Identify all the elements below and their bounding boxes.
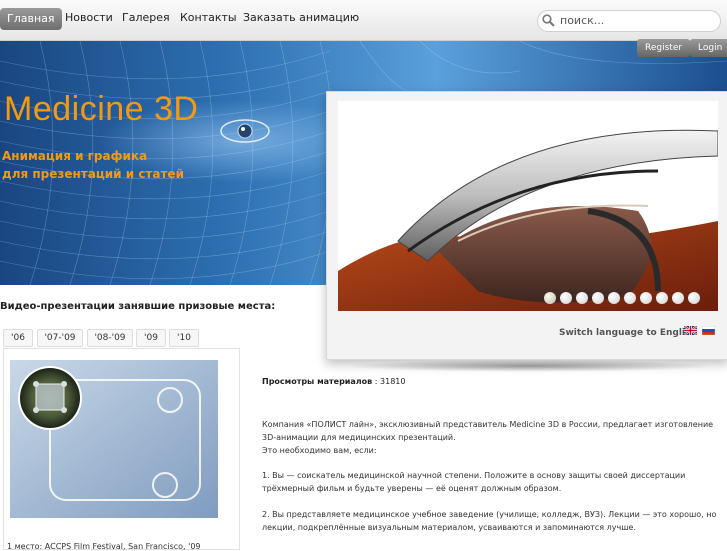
ru-flag-icon[interactable] [702,326,715,335]
video-thumbnail-panel: 1 место: ACCPS Film Festival, San Franci… [3,348,240,551]
nav-item-gallery[interactable]: Галерея [122,11,170,24]
reason-1-line-1: 1. Вы — соискатель медицинской научной с… [262,471,686,480]
eye-icon [220,119,270,143]
slider-dot-5[interactable] [608,292,620,304]
search-input[interactable] [560,13,710,28]
video-section-title: Видео-презентации занявшие призовые мест… [0,301,276,312]
lens-implant-image [10,360,218,518]
eye-cross-section-illustration [338,129,718,311]
reason-2-line-2: лекции, подкреплённые визуальным материа… [262,523,636,532]
views-counter: Просмотры материалов : 31810 [262,377,405,386]
nav-item-contacts[interactable]: Контакты [180,11,237,24]
slider-dot-7[interactable] [640,292,652,304]
slider-dot-9[interactable] [672,292,684,304]
reason-2-line-1: 2. Вы представляете медицинское учебное … [262,510,717,519]
search-box [537,10,721,32]
tab-year-08-09[interactable]: '08-'09 [87,329,133,347]
frame-shadow [345,360,715,372]
video-thumbnail[interactable] [10,360,218,518]
nav-item-news[interactable]: Новости [65,11,113,24]
intro-paragraph-line-1: Компания «ПОЛИСТ лайн», эксклюзивный пре… [262,420,714,429]
slider-dot-3[interactable] [576,292,588,304]
intro-paragraph-line-3: Это необходимо вам, если: [262,446,377,455]
tagline-line-2: для презентаций и статей [2,167,184,181]
views-value: : 31810 [374,377,406,386]
slider-dot-4[interactable] [592,292,604,304]
nav-item-order-animation[interactable]: Заказать анимацию [243,11,359,24]
slider-dot-6[interactable] [624,292,636,304]
register-button[interactable]: Register [637,39,691,57]
search-icon[interactable] [542,14,555,27]
tab-year-06[interactable]: '06 [3,329,33,347]
tab-year-09[interactable]: '09 [136,329,166,347]
site-logo-text: Medicine 3D [4,90,199,128]
intro-paragraph-line-2: 3D-анимации для медицинских презентаций. [262,433,456,442]
views-label: Просмотры материалов [262,377,373,386]
slider-dot-10[interactable] [688,292,700,304]
login-button[interactable]: Login [690,39,727,57]
slide-image-eye-cross-section[interactable] [338,101,718,311]
top-navigation-bar: Главная Новости Галерея Контакты Заказат… [0,0,727,41]
slideshow-frame [326,91,727,360]
slider-dot-1[interactable] [544,292,556,304]
tagline-line-1: Анимация и графика [2,149,148,163]
video-caption[interactable]: 1 место: ACCPS Film Festival, San Franci… [7,542,201,551]
slider-dot-8[interactable] [656,292,668,304]
slider-dot-2[interactable] [560,292,572,304]
switch-language-link[interactable]: Switch language to English [559,328,697,338]
nav-item-home[interactable]: Главная [0,8,62,30]
reason-1-line-2: трёхмерный фильм и будьте уверены — её о… [262,484,562,493]
tab-year-07-09[interactable]: '07-'09 [37,329,83,347]
tab-year-10[interactable]: '10 [169,329,199,347]
uk-flag-icon[interactable] [684,326,697,335]
